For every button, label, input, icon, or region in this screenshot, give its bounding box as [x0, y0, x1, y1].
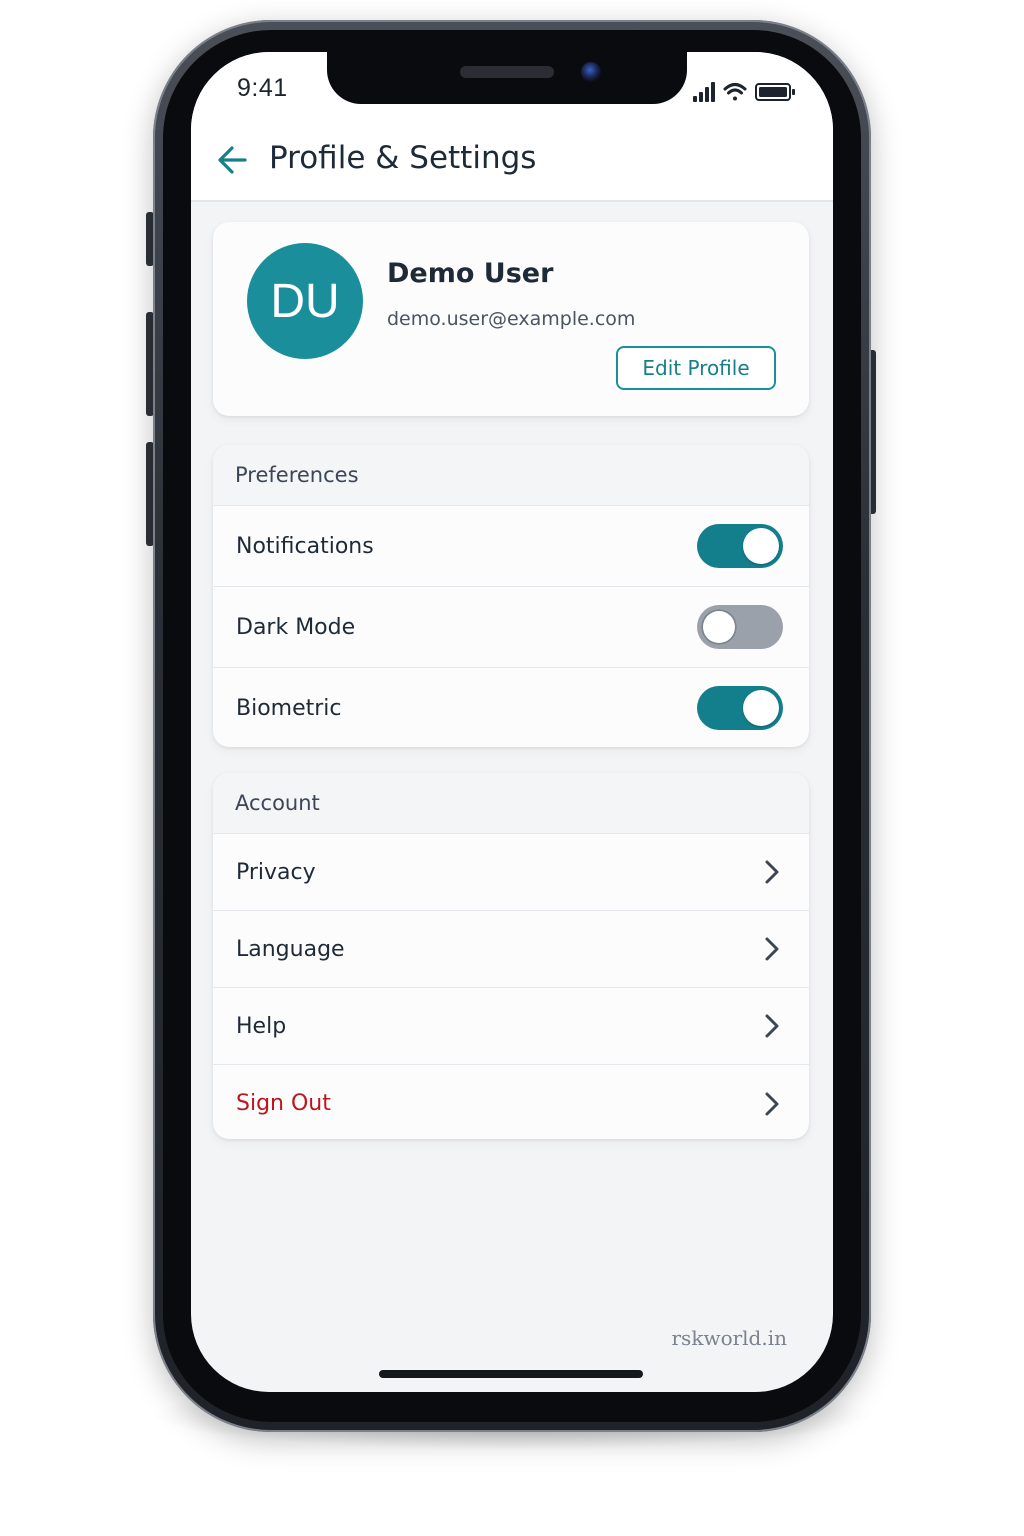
sign-out-label: Sign Out: [236, 1091, 331, 1116]
preference-label: Dark Mode: [236, 614, 356, 640]
profile-card: DU Demo User demo.user@example.com Edit …: [213, 222, 809, 416]
home-indicator[interactable]: [379, 1370, 643, 1378]
cellular-signal-icon: [693, 82, 715, 102]
account-heading: Account: [213, 773, 809, 834]
account-row-language[interactable]: Language: [213, 911, 809, 988]
account-label: Help: [236, 1013, 287, 1039]
chevron-right-icon: [765, 1092, 779, 1115]
notch: [327, 52, 687, 104]
account-label: Privacy: [236, 859, 316, 885]
account-row-sign-out[interactable]: Sign Out: [213, 1065, 809, 1139]
preferences-card: Preferences Notifications Dark Mode Biom…: [213, 445, 809, 747]
toggle-knob: [701, 609, 737, 645]
avatar-initials: DU: [270, 274, 340, 328]
battery-icon: [755, 83, 795, 101]
wifi-icon: [723, 83, 747, 101]
phone-screen: 9:41 Profile & Settings DU Demo User dem…: [191, 52, 833, 1392]
watermark: rskworld.in: [671, 1326, 788, 1350]
speaker-grille: [460, 66, 554, 78]
preference-row-notifications[interactable]: Notifications: [213, 506, 809, 587]
status-icons: [693, 80, 813, 104]
preferences-heading: Preferences: [213, 445, 809, 506]
account-card: Account Privacy Language Help Sign Out: [213, 773, 809, 1139]
preference-row-dark-mode[interactable]: Dark Mode: [213, 587, 809, 668]
user-email: demo.user@example.com: [387, 308, 636, 330]
account-label: Language: [236, 936, 345, 962]
arrow-left-icon[interactable]: [215, 140, 251, 180]
toggle-knob: [743, 528, 779, 564]
dark-mode-toggle[interactable]: [697, 605, 783, 649]
biometric-toggle[interactable]: [697, 686, 783, 730]
account-row-privacy[interactable]: Privacy: [213, 834, 809, 911]
avatar: DU: [247, 243, 363, 359]
account-row-help[interactable]: Help: [213, 988, 809, 1065]
chevron-right-icon: [765, 937, 779, 961]
page-title: Profile & Settings: [269, 140, 537, 176]
preference-row-biometric[interactable]: Biometric: [213, 668, 809, 747]
chevron-right-icon: [765, 860, 779, 884]
toggle-knob: [743, 690, 779, 726]
preference-label: Biometric: [236, 695, 342, 721]
front-camera: [581, 62, 601, 82]
user-name: Demo User: [387, 258, 554, 289]
notifications-toggle[interactable]: [697, 524, 783, 568]
preference-label: Notifications: [236, 533, 374, 559]
edit-profile-button[interactable]: Edit Profile: [616, 346, 776, 390]
chevron-right-icon: [765, 1014, 779, 1038]
status-time: 9:41: [237, 74, 288, 102]
